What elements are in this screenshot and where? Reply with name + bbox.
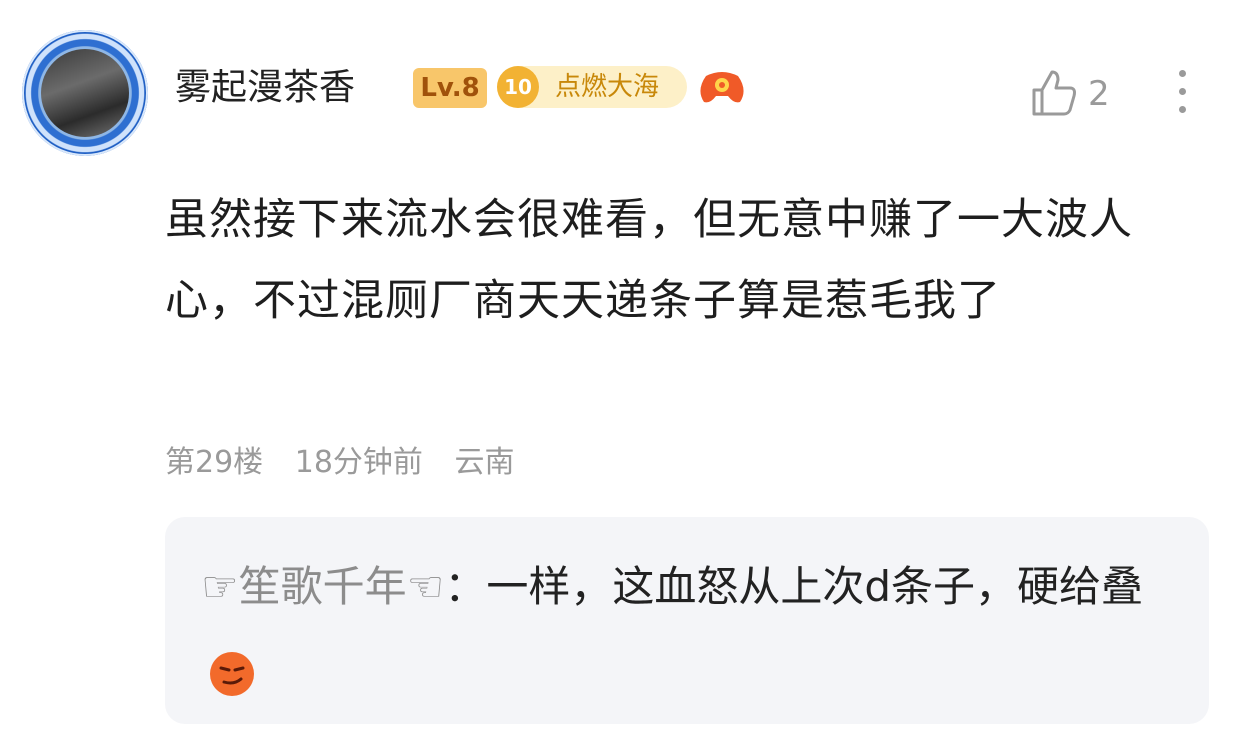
level-badge: Lv.8 — [413, 68, 487, 108]
comment-time: 18分钟前 — [294, 445, 423, 480]
thumbs-up-icon[interactable] — [1030, 68, 1078, 118]
reply-author[interactable]: ☞笙歌千年☜ — [201, 562, 444, 611]
avatar[interactable] — [22, 30, 148, 156]
comment-location: 云南 — [454, 445, 515, 480]
fan-badge-name: 点燃大海 — [555, 72, 660, 102]
game-controller-icon — [698, 70, 746, 106]
reply-text: 一样，这血怒从上次d条子，硬给叠 — [486, 562, 1143, 611]
comment-text: 虽然接下来流水会很难看，但无意中赚了一大波人心，不过混厕厂商天天递条子算是惹毛我… — [165, 195, 1133, 326]
reply-separator: ： — [444, 562, 487, 611]
fan-badge[interactable]: 10 点燃大海 — [497, 66, 687, 108]
like-count: 2 — [1088, 74, 1110, 114]
fan-badge-level: 10 — [497, 66, 539, 108]
avatar-image — [41, 49, 129, 137]
more-icon[interactable] — [1170, 70, 1194, 116]
comment-meta: 第29楼 18分钟前 云南 — [165, 437, 536, 481]
smirk-emoji-icon — [207, 645, 257, 696]
floor-number: 第29楼 — [165, 445, 264, 480]
username[interactable]: 雾起漫茶香 — [175, 66, 355, 110]
reply-preview[interactable]: ☞笙歌千年☜：一样，这血怒从上次d条子，硬给叠 — [165, 517, 1209, 724]
reply-content: ☞笙歌千年☜：一样，这血怒从上次d条子，硬给叠 — [201, 547, 1181, 707]
